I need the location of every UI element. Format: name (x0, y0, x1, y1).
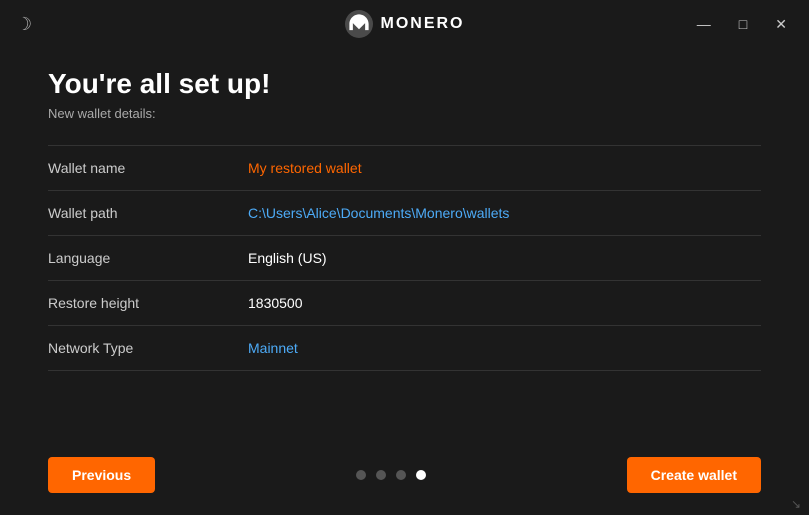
table-row: LanguageEnglish (US) (48, 236, 761, 281)
moon-icon: ☽ (16, 14, 32, 35)
footer: Previous Create wallet (0, 435, 809, 515)
app-title: MONERO (381, 15, 465, 33)
detail-label: Wallet name (48, 146, 248, 191)
title-bar-left: ☽ (16, 14, 32, 35)
pagination-dot-1 (356, 470, 366, 480)
minimize-button[interactable]: — (691, 12, 717, 36)
previous-button[interactable]: Previous (48, 457, 155, 493)
table-row: Wallet pathC:\Users\Alice\Documents\Mone… (48, 191, 761, 236)
pagination-dot-4 (416, 470, 426, 480)
pagination (356, 470, 426, 480)
detail-value: 1830500 (248, 281, 761, 326)
details-table: Wallet nameMy restored walletWallet path… (48, 145, 761, 371)
table-row: Wallet nameMy restored wallet (48, 146, 761, 191)
detail-label: Wallet path (48, 191, 248, 236)
detail-label: Language (48, 236, 248, 281)
create-wallet-button[interactable]: Create wallet (627, 457, 761, 493)
title-bar-center: MONERO (345, 10, 465, 38)
resize-handle-icon[interactable]: ↘ (791, 497, 805, 511)
table-row: Network TypeMainnet (48, 326, 761, 371)
detail-value: Mainnet (248, 326, 761, 371)
table-row: Restore height1830500 (48, 281, 761, 326)
detail-label: Network Type (48, 326, 248, 371)
main-content: You're all set up! New wallet details: W… (0, 48, 809, 391)
pagination-dot-2 (376, 470, 386, 480)
detail-value: My restored wallet (248, 146, 761, 191)
detail-label: Restore height (48, 281, 248, 326)
page-subheading: New wallet details: (48, 106, 761, 121)
pagination-dot-3 (396, 470, 406, 480)
title-bar-controls: — □ ✕ (691, 12, 793, 37)
detail-value: C:\Users\Alice\Documents\Monero\wallets (248, 191, 761, 236)
title-bar: ☽ MONERO — □ ✕ (0, 0, 809, 48)
close-button[interactable]: ✕ (769, 12, 793, 37)
detail-value: English (US) (248, 236, 761, 281)
maximize-button[interactable]: □ (733, 12, 753, 36)
page-heading: You're all set up! (48, 68, 761, 100)
monero-logo-icon (345, 10, 373, 38)
